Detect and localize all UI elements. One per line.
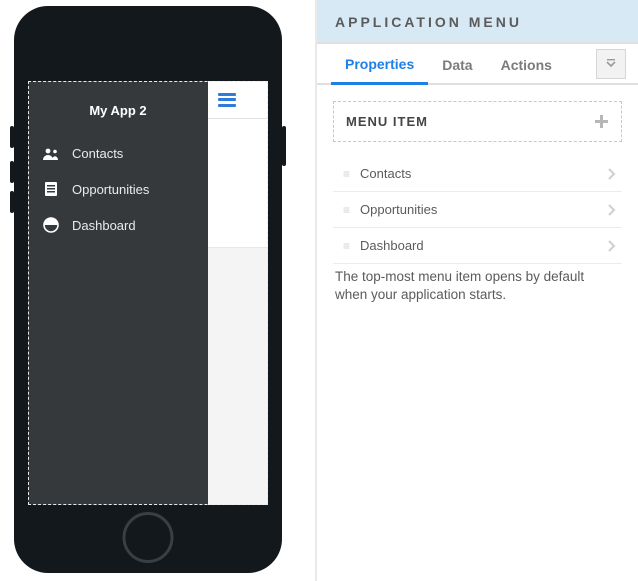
drag-handle-icon[interactable]: ≡ bbox=[343, 240, 348, 252]
contacts-icon bbox=[42, 147, 60, 161]
menu-item-row[interactable]: ≡ Opportunities bbox=[333, 192, 622, 228]
drawer-item-opportunities[interactable]: Opportunities bbox=[28, 171, 208, 207]
plus-icon bbox=[594, 114, 609, 129]
collapse-button[interactable] bbox=[596, 49, 626, 79]
menu-item-row[interactable]: ≡ Contacts bbox=[333, 156, 622, 192]
app-title: My App 2 bbox=[28, 81, 208, 136]
drawer-item-label: Contacts bbox=[72, 146, 123, 161]
drawer-item-dashboard[interactable]: Dashboard bbox=[28, 207, 208, 243]
preview-pane: My App 2 Contacts Opportunities bbox=[0, 0, 315, 581]
menu-item-label: Dashboard bbox=[360, 238, 595, 253]
app-toolbar bbox=[208, 81, 268, 119]
collapse-icon bbox=[605, 58, 617, 70]
phone-power-button bbox=[282, 126, 286, 166]
app-drawer: My App 2 Contacts Opportunities bbox=[28, 81, 208, 505]
drawer-item-contacts[interactable]: Contacts bbox=[28, 136, 208, 171]
chevron-right-icon bbox=[607, 239, 616, 253]
drawer-item-label: Dashboard bbox=[72, 218, 136, 233]
section-title: MENU ITEM bbox=[346, 114, 428, 129]
phone-side-button bbox=[10, 161, 14, 183]
menu-item-label: Contacts bbox=[360, 166, 595, 181]
phone-screen[interactable]: My App 2 Contacts Opportunities bbox=[28, 81, 268, 505]
phone-side-button bbox=[10, 126, 14, 148]
add-menu-item-button[interactable] bbox=[594, 114, 609, 129]
phone-side-button bbox=[10, 191, 14, 213]
menu-item-row[interactable]: ≡ Dashboard bbox=[333, 228, 622, 264]
menu-item-label: Opportunities bbox=[360, 202, 595, 217]
drag-handle-icon[interactable]: ≡ bbox=[343, 204, 348, 216]
tab-actions[interactable]: Actions bbox=[487, 45, 566, 83]
help-text: The top-most menu item opens by default … bbox=[333, 264, 622, 304]
chevron-right-icon bbox=[607, 167, 616, 181]
tab-properties[interactable]: Properties bbox=[331, 44, 428, 85]
drawer-item-label: Opportunities bbox=[72, 182, 149, 197]
panel-title: APPLICATION MENU bbox=[335, 14, 620, 30]
properties-panel: APPLICATION MENU Properties Data Actions… bbox=[315, 0, 638, 581]
app-content bbox=[208, 119, 268, 505]
phone-frame: My App 2 Contacts Opportunities bbox=[14, 6, 282, 573]
panel-header: APPLICATION MENU bbox=[317, 0, 638, 44]
chevron-right-icon bbox=[607, 203, 616, 217]
menu-item-section-header: MENU ITEM bbox=[333, 101, 622, 142]
dashboard-icon bbox=[42, 217, 60, 233]
drag-handle-icon[interactable]: ≡ bbox=[343, 168, 348, 180]
hamburger-icon[interactable] bbox=[218, 93, 236, 107]
panel-body: MENU ITEM ≡ Contacts ≡ Opportunities ≡ bbox=[317, 85, 638, 320]
tab-data[interactable]: Data bbox=[428, 45, 486, 83]
clipboard-icon bbox=[42, 181, 60, 197]
panel-tabs: Properties Data Actions bbox=[317, 44, 638, 85]
